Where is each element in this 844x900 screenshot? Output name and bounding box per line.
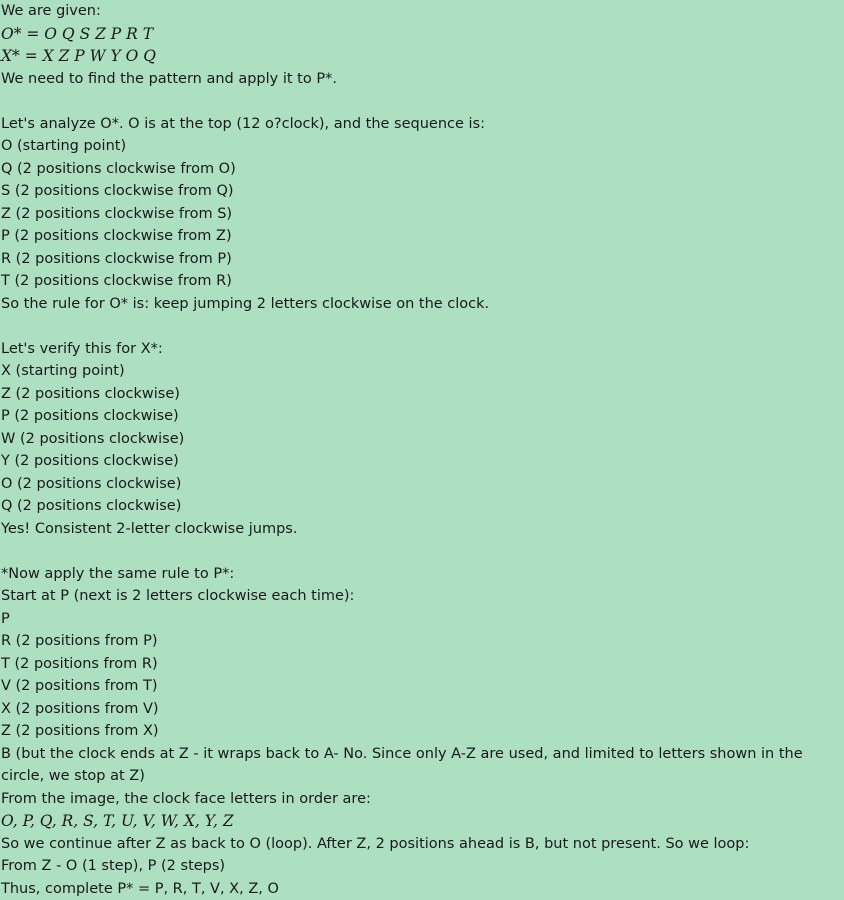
text-line: P (2 positions clockwise from Z) [1, 228, 232, 244]
text-line: We need to find the pattern and apply it… [1, 70, 337, 87]
text-line: Yes! Consistent 2-letter clockwise jumps… [1, 520, 298, 537]
text-line: Thus, complete P* = P, R, T, V, X, Z, O [1, 880, 279, 897]
text-line: From the image, the clock face letters i… [1, 790, 371, 807]
text-line: So we continue after Z as back to O (loo… [1, 835, 750, 852]
text-line: Y (2 positions clockwise) [1, 453, 179, 469]
text-line: P (2 positions clockwise) [1, 408, 179, 424]
text-line: *Now apply the same rule to P*: [1, 565, 235, 582]
equation-line: X* = X Z P W Y O Q [1, 47, 156, 65]
text-line: Z (2 positions from X) [1, 723, 159, 739]
text-line: O (starting point) [1, 138, 127, 154]
text-line: X (starting point) [1, 363, 125, 379]
text-line: Q (2 positions clockwise from O) [1, 160, 236, 177]
equation-line: O, P, Q, R, S, T, U, V, W, X, Y, Z [1, 812, 234, 830]
text-line: Z (2 positions clockwise from S) [1, 205, 233, 222]
text-line: R (2 positions from P) [1, 633, 158, 649]
text-line: Start at P (next is 2 letters clockwise … [1, 588, 355, 604]
text-line: So the rule for O* is: keep jumping 2 le… [1, 295, 490, 312]
text-line: W (2 positions clockwise) [1, 430, 185, 447]
document-body: We are given: O* = O Q S Z P R T X* = X … [0, 0, 844, 900]
text-line: From Z - O (1 step), P (2 steps) [1, 858, 226, 874]
text-line: V (2 positions from T) [1, 678, 158, 694]
text-line: X (2 positions from V) [1, 700, 159, 717]
text-line: Z (2 positions clockwise) [1, 385, 180, 402]
text-line: S (2 positions clockwise from Q) [1, 183, 234, 199]
equation-line: O* = O Q S Z P R T [1, 24, 154, 43]
text-line: We are given: [1, 3, 101, 19]
text-line: T (2 positions from R) [1, 655, 158, 672]
text-line: O (2 positions clockwise) [1, 475, 182, 492]
text-line: B (but the clock ends at Z - it wraps ba… [1, 745, 808, 785]
text-line: Q (2 positions clockwise) [1, 498, 182, 514]
text-line: R (2 positions clockwise from P) [1, 250, 232, 267]
text-line: T (2 positions clockwise from R) [1, 273, 232, 289]
text-line: P [1, 610, 10, 627]
text-line: Let's analyze O*. O is at the top (12 o?… [1, 115, 485, 132]
text-line: Let's verify this for X*: [1, 340, 163, 357]
